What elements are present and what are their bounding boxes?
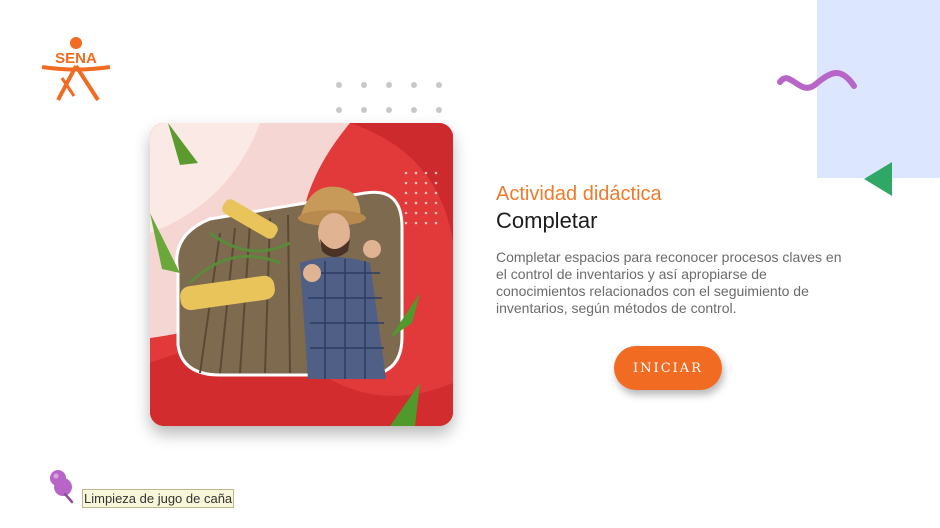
decorative-dots — [336, 82, 442, 113]
activity-image-card — [150, 123, 453, 426]
purple-squiggle-icon — [777, 70, 857, 91]
sena-logo: SENA — [40, 34, 114, 104]
activity-type-label: Actividad didáctica — [496, 183, 662, 205]
activity-title: Completar — [496, 208, 598, 233]
logo-text: SENA — [55, 50, 97, 67]
pin-icon[interactable] — [48, 468, 76, 504]
start-button[interactable]: INICIAR — [614, 346, 722, 390]
sena-logo-icon: SENA — [41, 37, 111, 102]
activity-description: Completar espacios para reconocer proces… — [496, 249, 842, 316]
farmer-sugarcane-illustration — [150, 123, 453, 426]
footer-caption: Limpieza de jugo de caña — [82, 489, 235, 508]
green-triangle-icon — [864, 162, 892, 196]
